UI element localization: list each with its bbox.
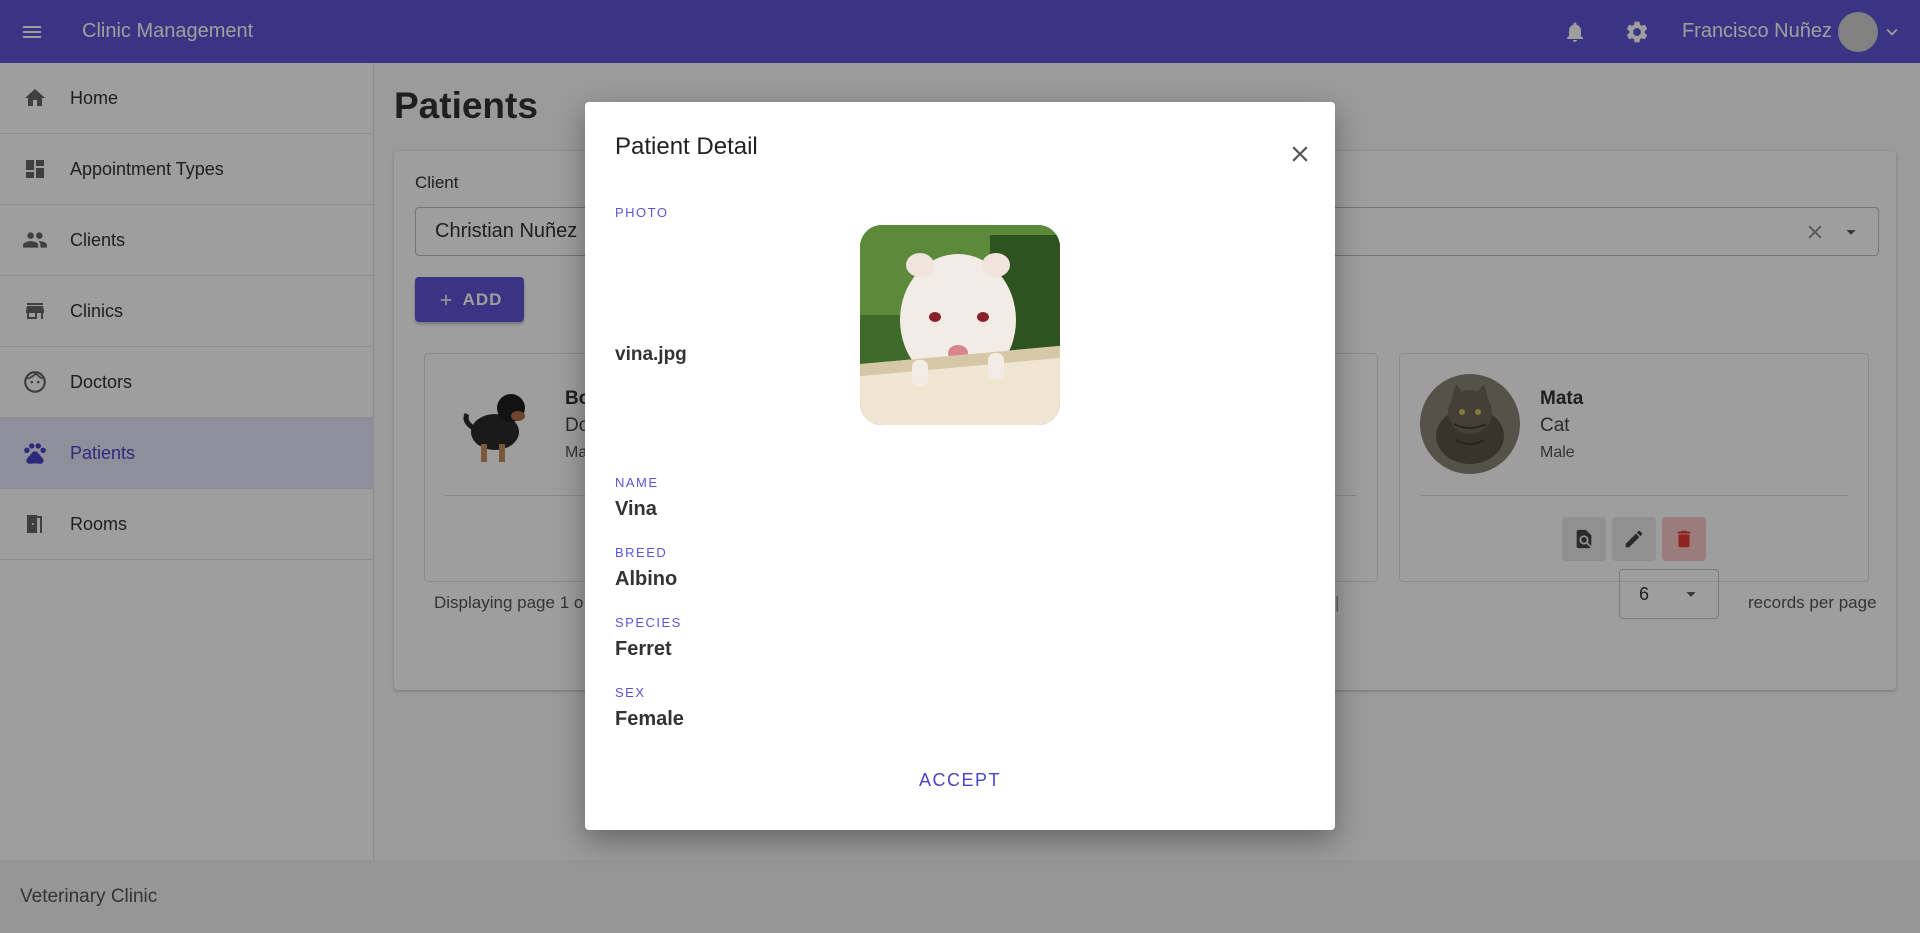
patient-detail-dialog: Patient Detail PHOTO vina.jpg NAME Vina …: [585, 102, 1335, 830]
patient-photo: [860, 225, 1060, 425]
name-caption: NAME: [615, 475, 659, 490]
dialog-title: Patient Detail: [615, 133, 758, 160]
photo-caption: PHOTO: [615, 205, 669, 220]
patient-name-value: Vina: [615, 498, 657, 520]
patient-species-value: Ferret: [615, 638, 672, 660]
species-caption: SPECIES: [615, 615, 682, 630]
close-icon: [1292, 146, 1308, 162]
breed-caption: BREED: [615, 545, 668, 560]
patient-breed-value: Albino: [615, 568, 678, 590]
sex-caption: SEX: [615, 685, 646, 700]
photo-filename: vina.jpg: [615, 344, 687, 365]
patient-sex-value: Female: [615, 708, 684, 730]
close-button[interactable]: [1278, 132, 1322, 176]
accept-button[interactable]: ACCEPT: [905, 760, 1015, 800]
